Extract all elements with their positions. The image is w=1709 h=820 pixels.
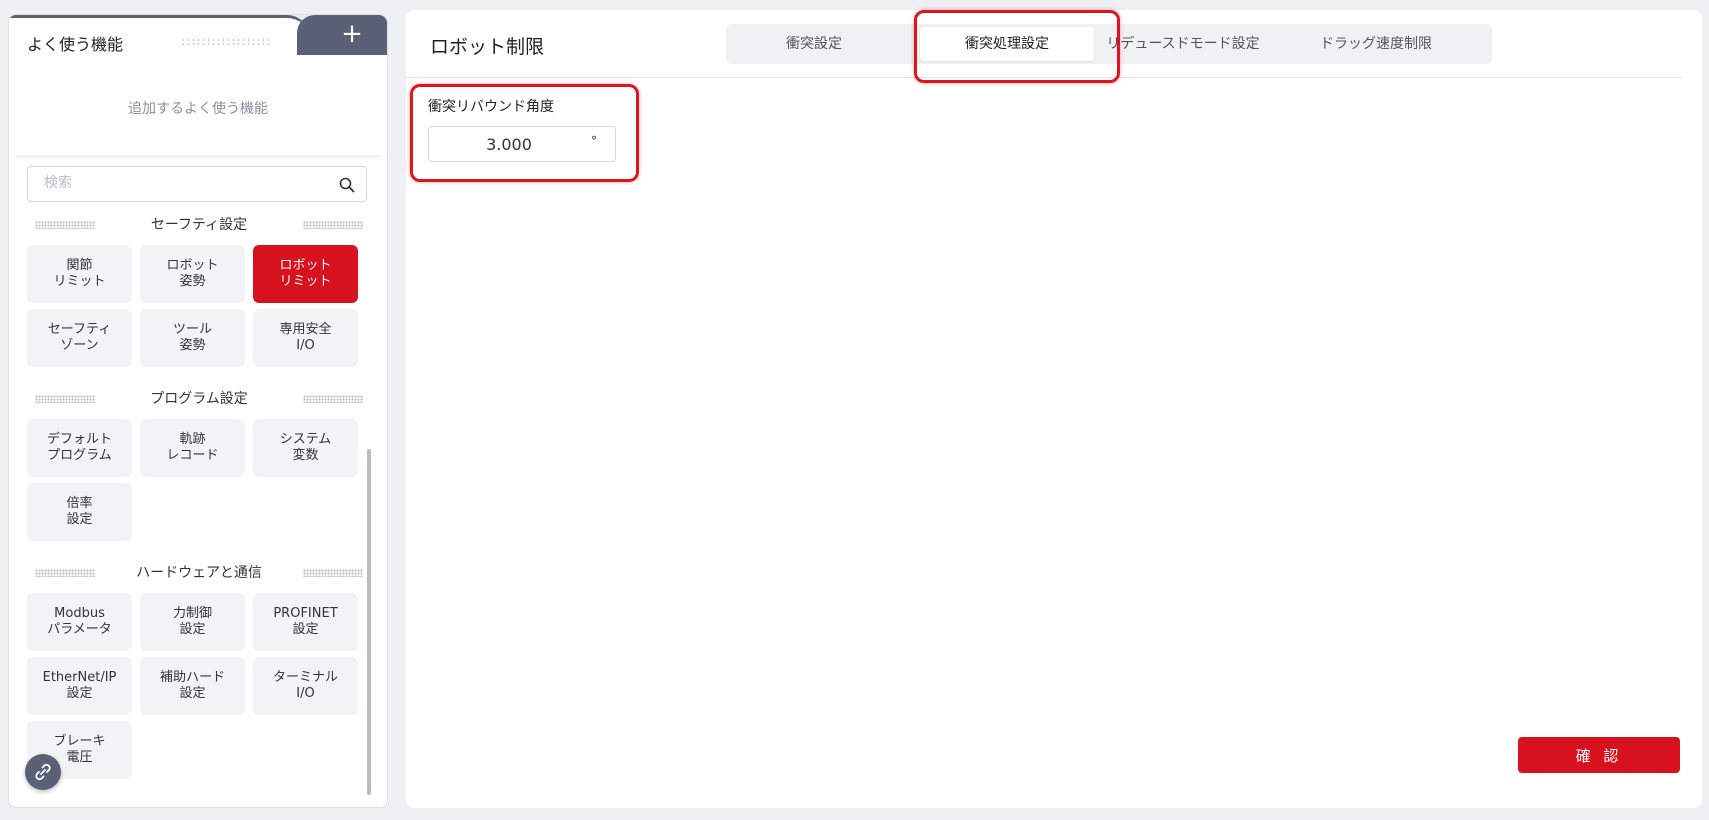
settings-tabs: 衝突設定 衝突処理設定 リデュースドモード設定 ドラッグ速度制限 — [726, 24, 1492, 64]
link-float-button[interactable] — [25, 754, 61, 790]
header-divider — [406, 77, 1682, 78]
favorites-tab[interactable]: よく使う機能 — [9, 15, 309, 55]
decorative-dots — [35, 221, 95, 229]
tile-trajectory-record[interactable]: 軌跡 レコード — [140, 419, 245, 477]
tile-default-program[interactable]: デフォルト プログラム — [27, 419, 132, 477]
tile-ethernet-ip[interactable]: EtherNet/IP 設定 — [27, 657, 132, 715]
section-title: プログラム設定 — [150, 391, 248, 407]
section-title: ハードウェアと通信 — [136, 565, 262, 581]
tile-aux-hardware[interactable]: 補助ハード 設定 — [140, 657, 245, 715]
main-panel: ロボット制限 衝突設定 衝突処理設定 リデュースドモード設定 ドラッグ速度制限 … — [406, 10, 1702, 808]
favorites-empty-area[interactable]: 追加するよく使う機能 — [9, 55, 387, 155]
tile-robot-limit[interactable]: ロボット リミット — [253, 245, 358, 303]
tile-tool-pose[interactable]: ツール 姿勢 — [140, 309, 245, 367]
section-header-safety: セーフティ設定 — [9, 211, 387, 239]
decorative-dots — [181, 38, 271, 46]
section-header-program: プログラム設定 — [9, 385, 387, 413]
decorative-dots — [303, 395, 363, 403]
rebound-angle-box: ° — [428, 126, 616, 162]
tile-system-variables[interactable]: システム 変数 — [253, 419, 358, 477]
tile-robot-pose[interactable]: ロボット 姿勢 — [140, 245, 245, 303]
favorites-tabbar: よく使う機能 + — [9, 15, 387, 55]
sidebar-scrollbar[interactable] — [367, 449, 371, 795]
favorites-title: よく使う機能 — [27, 35, 124, 54]
tab-collision-settings[interactable]: 衝突設定 — [726, 27, 902, 61]
tile-force-control[interactable]: 力制御 設定 — [140, 593, 245, 651]
safety-grid: 関節 リミット ロボット 姿勢 ロボット リミット セーフティ ゾーン ツール … — [9, 239, 387, 367]
section-title: セーフティ設定 — [150, 217, 248, 233]
tab-drag-speed-limit[interactable]: ドラッグ速度制限 — [1286, 27, 1466, 61]
tile-profinet[interactable]: PROFINET 設定 — [253, 593, 358, 651]
favorites-empty-text: 追加するよく使う機能 — [128, 101, 268, 117]
search-input[interactable] — [42, 167, 332, 199]
search-box — [27, 166, 367, 202]
section-header-hardware: ハードウェアと通信 — [9, 559, 387, 587]
tile-joint-limit[interactable]: 関節 リミット — [27, 245, 132, 303]
tile-safety-zone[interactable]: セーフティ ゾーン — [27, 309, 132, 367]
tile-modbus[interactable]: Modbus パラメータ — [27, 593, 132, 651]
function-list: セーフティ設定 関節 リミット ロボット 姿勢 ロボット リミット セーフティ … — [9, 211, 387, 795]
decorative-dots — [35, 569, 95, 577]
tab-reduced-mode[interactable]: リデュースドモード設定 — [1092, 27, 1274, 61]
tile-terminal-io[interactable]: ターミナル I/O — [253, 657, 358, 715]
hardware-grid: Modbus パラメータ 力制御 設定 PROFINET 設定 EtherNet… — [9, 587, 387, 779]
function-sidebar: よく使う機能 + 追加するよく使う機能 セーフティ設定 関節 リミット ロボット… — [8, 14, 388, 808]
page-title: ロボット制限 — [430, 36, 545, 58]
confirm-button[interactable]: 確 認 — [1518, 737, 1680, 773]
decorative-dots — [35, 395, 95, 403]
tile-safety-io[interactable]: 専用安全 I/O — [253, 309, 358, 367]
decorative-dots — [303, 221, 363, 229]
rebound-angle-label: 衝突リバウンド角度 — [428, 99, 554, 115]
decorative-dots — [303, 569, 363, 577]
search-icon[interactable] — [338, 176, 356, 194]
degree-unit: ° — [591, 134, 597, 148]
rebound-angle-input[interactable] — [429, 127, 589, 161]
add-favorite-button[interactable]: + — [297, 15, 387, 55]
link-icon — [35, 763, 51, 781]
program-grid: デフォルト プログラム 軌跡 レコード システム 変数 倍率 設定 — [9, 413, 387, 541]
tab-collision-handling[interactable]: 衝突処理設定 — [920, 27, 1094, 61]
tile-rate-setting[interactable]: 倍率 設定 — [27, 483, 132, 541]
plus-icon: + — [341, 19, 363, 49]
